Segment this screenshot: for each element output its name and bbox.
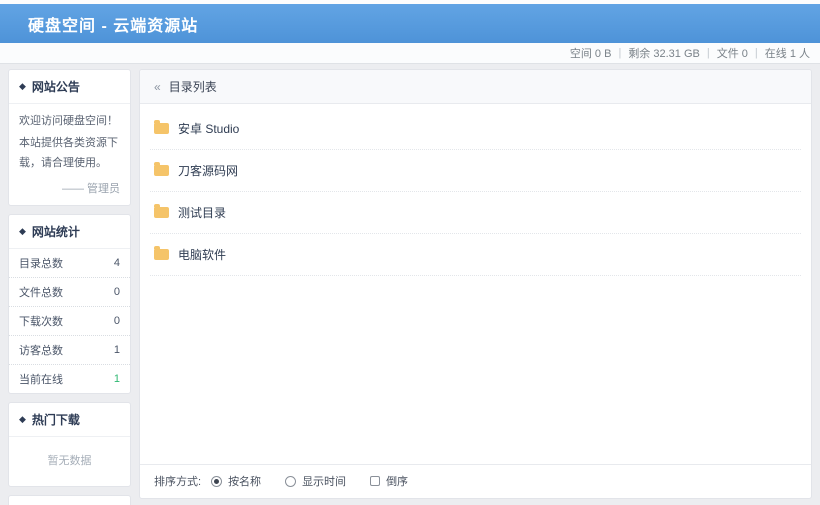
sort-option-label: 倒序 [386,476,409,488]
announcement-body: 欢迎访问硬盘空间！ 本站提供各类资源下载，请合理使用。 [9,104,130,180]
recent-updates-card: ◆ 最近更新 暂无数据 [8,494,131,505]
hot-downloads-title: 热门下载 [31,412,80,427]
folder-icon [154,162,169,176]
diamond-icon: ◆ [19,413,26,424]
hot-downloads-card: ◆ 热门下载 暂无数据 [8,401,131,487]
checkbox-unchecked-icon[interactable] [370,476,381,486]
sort-option-label: 按名称 [228,476,262,488]
app-header: 硬盘空间 - 云端资源站 [0,4,820,43]
directory-name: 电脑软件 [178,248,227,262]
status-separator: | [754,47,758,59]
stat-value: 1 [113,343,120,356]
status-separator: | [706,47,710,59]
radio-unchecked-icon[interactable] [285,475,297,487]
content-area: ◆ 网站公告 欢迎访问硬盘空间！ 本站提供各类资源下载，请合理使用。 —— 管理… [0,64,820,505]
sort-option-label: 显示时间 [302,476,347,488]
folder-icon [154,204,169,218]
stat-value: 0 [113,285,120,298]
directory-name: 安卓 Studio [178,122,240,136]
diamond-icon: ◆ [19,225,26,236]
announcement-line: 欢迎访问硬盘空间！ [19,115,118,127]
sort-bar: 排序方式: 按名称 显示时间 倒序 [140,464,811,498]
stat-row: 文件总数 0 [9,278,130,307]
collapse-icon[interactable]: « [154,80,161,94]
directory-item[interactable]: 测试目录 [150,192,801,234]
status-separator: | [618,47,622,59]
status-space: 空间 0 B [569,48,612,60]
announcement-title: 网站公告 [31,80,80,94]
sort-option-by-time[interactable]: 显示时间 [285,473,346,489]
sidebar: ◆ 网站公告 欢迎访问硬盘空间！ 本站提供各类资源下载，请合理使用。 —— 管理… [8,69,131,505]
stat-value: 0 [113,314,120,327]
announcement-line: 本站提供各类资源下载，请合理使用。 [19,137,118,169]
recent-updates-header: ◆ 最近更新 [9,496,130,505]
stat-value-online: 1 [113,372,120,385]
announcement-card: ◆ 网站公告 欢迎访问硬盘空间！ 本站提供各类资源下载，请合理使用。 —— 管理… [8,69,131,206]
folder-icon [154,246,169,260]
stat-label: 目录总数 [19,257,63,270]
stat-row: 下载次数 0 [9,307,130,336]
directory-panel-title: 目录列表 [168,80,217,94]
sort-label: 排序方式: [154,476,202,488]
status-remaining: 剩余 32.31 GB [628,48,700,60]
sort-option-by-name[interactable]: 按名称 [211,473,261,489]
announcement-header: ◆ 网站公告 [9,70,130,104]
status-online: 在线 1 人 [764,48,810,60]
hot-downloads-header: ◆ 热门下载 [9,403,130,437]
stats-header: ◆ 网站统计 [9,215,130,249]
directory-panel: « 目录列表 安卓 Studio 刀客源码网 测试目录 电脑软件 排序方式: 按… [139,69,812,499]
stat-label: 当前在线 [19,373,63,386]
directory-item[interactable]: 电脑软件 [150,234,801,276]
status-files: 文件 0 [716,48,748,60]
announcement-signature: —— 管理员 [61,182,120,195]
diamond-icon: ◆ [19,81,26,91]
directory-item[interactable]: 刀客源码网 [150,150,801,192]
stat-label: 文件总数 [19,286,63,299]
directory-item[interactable]: 安卓 Studio [150,108,801,150]
folder-icon [154,120,169,134]
sort-option-reverse[interactable]: 倒序 [370,473,408,489]
hot-downloads-empty: 暂无数据 [47,454,92,467]
stat-value: 4 [113,256,120,269]
stat-row: 目录总数 4 [9,249,130,278]
status-bar: 空间 0 B | 剩余 32.31 GB | 文件 0 | 在线 1 人 [0,43,820,64]
directory-name: 刀客源码网 [178,164,239,178]
stat-label: 下载次数 [19,315,63,328]
stats-card: ◆ 网站统计 目录总数 4 文件总数 0 下载次数 0 访客总数 1 当前在线 … [8,213,131,394]
directory-list: 安卓 Studio 刀客源码网 测试目录 电脑软件 [140,104,811,464]
stat-row: 访客总数 1 [9,336,130,365]
stats-list: 目录总数 4 文件总数 0 下载次数 0 访客总数 1 当前在线 1 [9,249,130,393]
directory-name: 测试目录 [178,206,227,220]
directory-panel-header: « 目录列表 [140,70,811,104]
stats-title: 网站统计 [31,224,80,239]
radio-checked-icon[interactable] [211,475,223,487]
page: 硬盘空间 - 云端资源站 空间 0 B | 剩余 32.31 GB | 文件 0… [0,0,820,505]
stat-label: 访客总数 [19,344,63,357]
page-title: 硬盘空间 - 云端资源站 [28,17,199,35]
stat-row: 当前在线 1 [9,365,130,393]
